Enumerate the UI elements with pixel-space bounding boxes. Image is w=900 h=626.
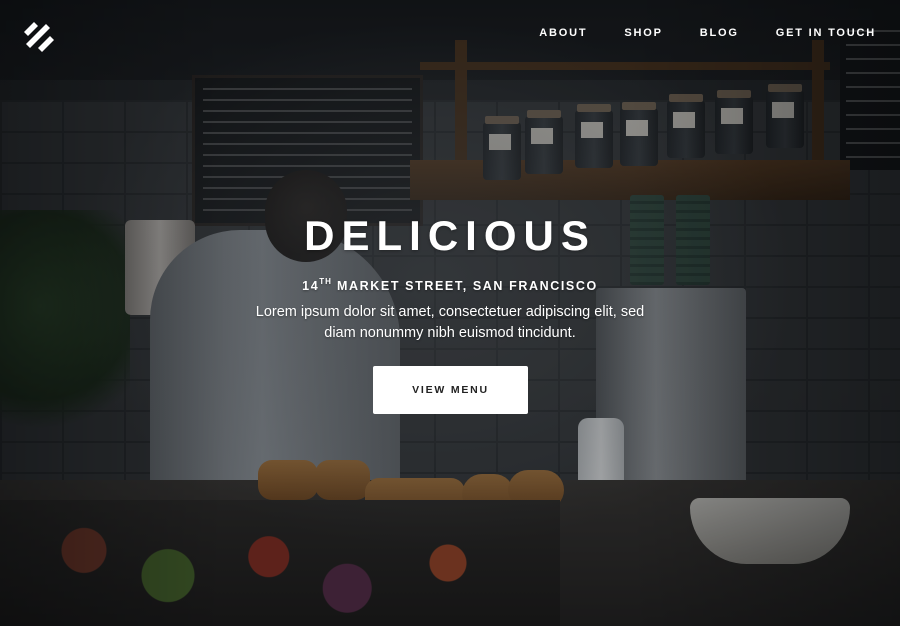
hero-title: DELICIOUS — [304, 212, 596, 259]
hero-description: Lorem ipsum dolor sit amet, consectetuer… — [255, 304, 645, 341]
logo-icon[interactable] — [20, 18, 56, 54]
nav-link-get-in-touch[interactable]: GET IN TOUCH — [776, 27, 876, 39]
nav-link-shop[interactable]: SHOP — [624, 27, 662, 39]
nav-link-about[interactable]: ABOUT — [539, 27, 587, 39]
address-number: 14 — [302, 279, 320, 294]
view-menu-button[interactable]: VIEW MENU — [373, 366, 528, 414]
main-navigation: ABOUT SHOP BLOG GET IN TOUCH — [502, 27, 876, 39]
hero-section: ABOUT SHOP BLOG GET IN TOUCH DELICIOUS 1… — [0, 0, 900, 626]
address-ordinal-suffix: TH — [319, 277, 332, 286]
address-street-city: MARKET STREET, SAN FRANCISCO — [331, 279, 598, 294]
hero-address: 14TH MARKET STREET, SAN FRANCISCO — [0, 277, 900, 294]
nav-link-blog[interactable]: BLOG — [700, 27, 739, 39]
